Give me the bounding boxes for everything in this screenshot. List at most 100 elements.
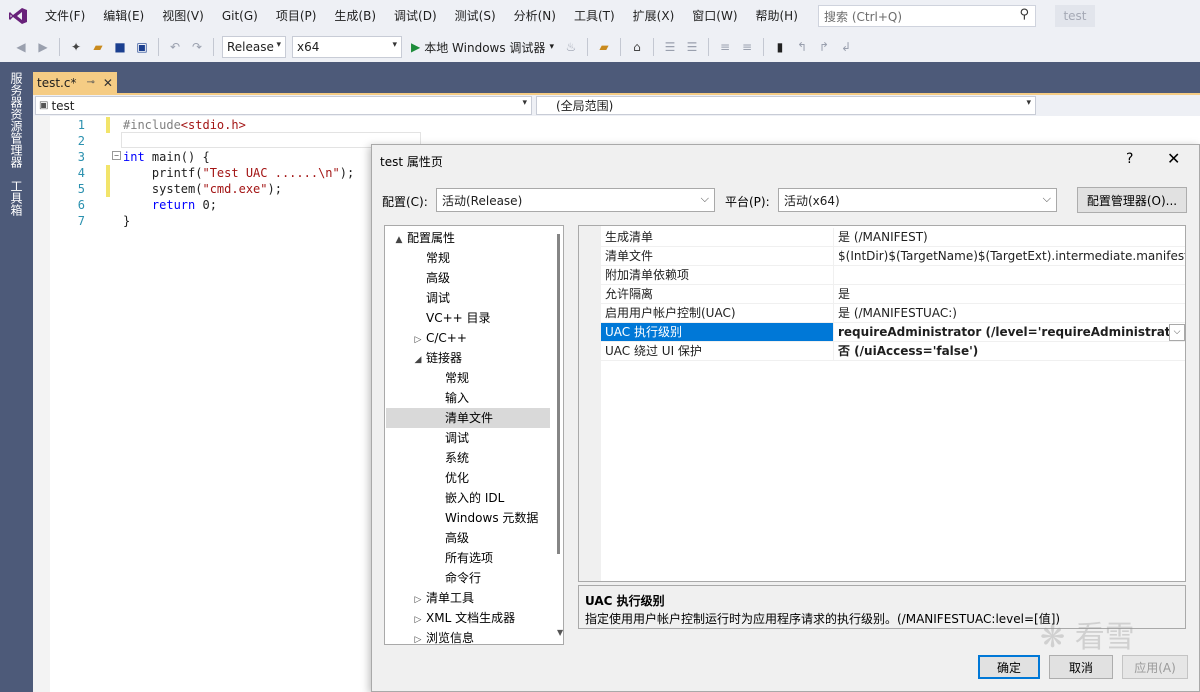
open-folder-icon[interactable]: ▰: [89, 38, 107, 56]
menu-item[interactable]: 窗口(W): [683, 0, 746, 32]
indent-icon[interactable]: ☰: [661, 38, 679, 56]
property-row[interactable]: UAC 绕过 UI 保护否 (/uiAccess='false'): [579, 342, 1185, 361]
property-grid[interactable]: 生成清单是 (/MANIFEST) 清单文件 $(IntDir)$(TargetNa…: [578, 225, 1186, 582]
tree-item[interactable]: 常规: [429, 368, 469, 388]
platform-dialog-select[interactable]: 活动(x64) ⌵: [778, 188, 1057, 212]
start-debugging-button[interactable]: ▶ 本地 Windows 调试器 ▾: [411, 39, 554, 56]
property-value[interactable]: [833, 266, 1185, 285]
clear-bookmarks-icon[interactable]: ↲: [837, 38, 855, 56]
home-icon[interactable]: ⌂: [628, 38, 646, 56]
property-row[interactable]: 清单文件 $(IntDir)$(TargetName)$(TargetExt).i…: [579, 247, 1185, 266]
tree-item[interactable]: ▲ 配置属性: [391, 228, 455, 248]
menu-item[interactable]: 测试(S): [446, 0, 505, 32]
expander-icon[interactable]: ▲: [391, 230, 407, 250]
platform-select[interactable]: x64 ▾: [292, 36, 402, 58]
menu-item[interactable]: 工具(T): [565, 0, 624, 32]
solution-config-select[interactable]: Release ▾: [222, 36, 286, 58]
menu-item[interactable]: 调试(D): [385, 0, 446, 32]
bookmark-icon[interactable]: ▮: [771, 38, 789, 56]
expander-icon[interactable]: ▷: [410, 610, 426, 630]
project-scope-value: test: [51, 98, 75, 113]
tree-item[interactable]: ▷ 浏览信息: [410, 628, 474, 644]
global-scope-select[interactable]: (全局范围) ▾: [536, 96, 1036, 115]
tree-item[interactable]: 所有选项: [429, 548, 493, 568]
outdent-icon[interactable]: ☰: [683, 38, 701, 56]
tree-item[interactable]: 调试: [410, 288, 450, 308]
ok-button[interactable]: 确定: [978, 655, 1040, 679]
fire-icon[interactable]: ♨: [562, 38, 580, 56]
menu-item[interactable]: 扩展(X): [624, 0, 684, 32]
tree-item[interactable]: ▷ C/C++: [410, 328, 467, 348]
prev-bookmark-icon[interactable]: ↰: [793, 38, 811, 56]
tree-item[interactable]: Windows 元数据: [429, 508, 538, 528]
folder-browse-icon[interactable]: ▰: [595, 38, 613, 56]
menu-item[interactable]: 项目(P): [267, 0, 326, 32]
property-value[interactable]: 是 (/MANIFEST): [833, 228, 1185, 247]
tree-item[interactable]: 调试: [429, 428, 469, 448]
menu-item[interactable]: 帮助(H): [747, 0, 807, 32]
property-row[interactable]: 生成清单是 (/MANIFEST): [579, 228, 1185, 247]
redo-icon[interactable]: ↷: [188, 38, 206, 56]
collapse-icon[interactable]: −: [112, 151, 121, 160]
scroll-down-icon[interactable]: ▼: [557, 628, 563, 637]
forward-icon[interactable]: ▶: [34, 38, 52, 56]
property-row[interactable]: UAC 执行级别 requireAdministrator (/level='re…: [579, 323, 1185, 342]
menu-item[interactable]: 生成(B): [325, 0, 385, 32]
cancel-button[interactable]: 取消: [1049, 655, 1113, 679]
expander-icon[interactable]: ▷: [410, 330, 426, 350]
property-tree[interactable]: ▲ 配置属性 常规 高级 调试 VC++ 目录 ▷ C/C++ ◢ 链接器 常规 输入 清单文件 调试 系统…: [384, 225, 564, 645]
tree-item[interactable]: ▷ 清单工具: [410, 588, 474, 608]
property-value[interactable]: 是: [833, 285, 1185, 304]
close-icon[interactable]: ✕: [103, 76, 113, 90]
tree-item[interactable]: 常规: [410, 248, 450, 268]
menu-item[interactable]: 文件(F): [36, 0, 94, 32]
config-manager-button[interactable]: 配置管理器(O)...: [1077, 187, 1187, 213]
tree-item[interactable]: 系统: [429, 448, 469, 468]
property-value[interactable]: requireAdministrator (/level='requireAdm…: [833, 323, 1185, 342]
tree-item[interactable]: 命令行: [429, 568, 481, 588]
toolbox-tab[interactable]: 工具箱: [8, 180, 25, 216]
tree-item[interactable]: ▷ XML 文档生成器: [410, 608, 516, 630]
server-explorer-tab[interactable]: 服务器资源管理器: [8, 72, 25, 168]
help-button[interactable]: ?: [1126, 151, 1133, 167]
tree-item[interactable]: 清单文件: [429, 408, 493, 428]
project-scope-select[interactable]: ▣ test ▾: [35, 96, 532, 115]
tree-item[interactable]: VC++ 目录: [410, 308, 491, 328]
undo-icon[interactable]: ↶: [166, 38, 184, 56]
back-icon[interactable]: ◀: [12, 38, 30, 56]
expander-icon[interactable]: ▷: [410, 630, 426, 644]
expander-icon[interactable]: ▷: [410, 590, 426, 610]
visual-studio-logo-icon[interactable]: [0, 0, 36, 32]
comment-icon[interactable]: ≡: [716, 38, 734, 56]
property-value[interactable]: 是 (/MANIFESTUAC:): [833, 304, 1185, 323]
tree-scrollbar-thumb[interactable]: [557, 234, 560, 554]
new-project-icon[interactable]: ✦: [67, 38, 85, 56]
tree-item[interactable]: ◢ 链接器: [410, 348, 462, 368]
property-value[interactable]: $(IntDir)$(TargetName)$(TargetExt).inter…: [833, 247, 1185, 266]
menu-item[interactable]: Git(G): [213, 0, 267, 32]
property-row[interactable]: 附加清单依赖项: [579, 266, 1185, 285]
property-row[interactable]: 允许隔离是: [579, 285, 1185, 304]
config-select[interactable]: 活动(Release) ⌵: [436, 188, 715, 212]
tree-item[interactable]: 输入: [429, 388, 469, 408]
save-all-icon[interactable]: ▣: [133, 38, 151, 56]
search-input[interactable]: 搜索 (Ctrl+Q) ⚲: [818, 5, 1036, 27]
chevron-down-icon[interactable]: ⌵: [1169, 324, 1185, 341]
property-row[interactable]: 启用用户帐户控制(UAC) 是 (/MANIFESTUAC:): [579, 304, 1185, 323]
uncomment-icon[interactable]: ≡: [738, 38, 756, 56]
tree-item[interactable]: 高级: [410, 268, 450, 288]
property-value[interactable]: 否 (/uiAccess='false'): [833, 342, 1185, 361]
next-bookmark-icon[interactable]: ↱: [815, 38, 833, 56]
menu-item[interactable]: 分析(N): [505, 0, 565, 32]
expander-icon[interactable]: ◢: [410, 350, 426, 370]
tab-test-c[interactable]: test.c* ⊸ ✕: [33, 72, 117, 93]
save-icon[interactable]: ■: [111, 38, 129, 56]
tree-item[interactable]: 嵌入的 IDL: [429, 488, 504, 508]
tree-item[interactable]: 优化: [429, 468, 469, 488]
apply-button[interactable]: 应用(A): [1122, 655, 1188, 679]
menu-item[interactable]: 编辑(E): [94, 0, 153, 32]
menu-item[interactable]: 视图(V): [153, 0, 213, 32]
close-icon[interactable]: ✕: [1167, 149, 1180, 168]
tree-item[interactable]: 高级: [429, 528, 469, 548]
pin-icon[interactable]: ⊸: [86, 77, 94, 88]
